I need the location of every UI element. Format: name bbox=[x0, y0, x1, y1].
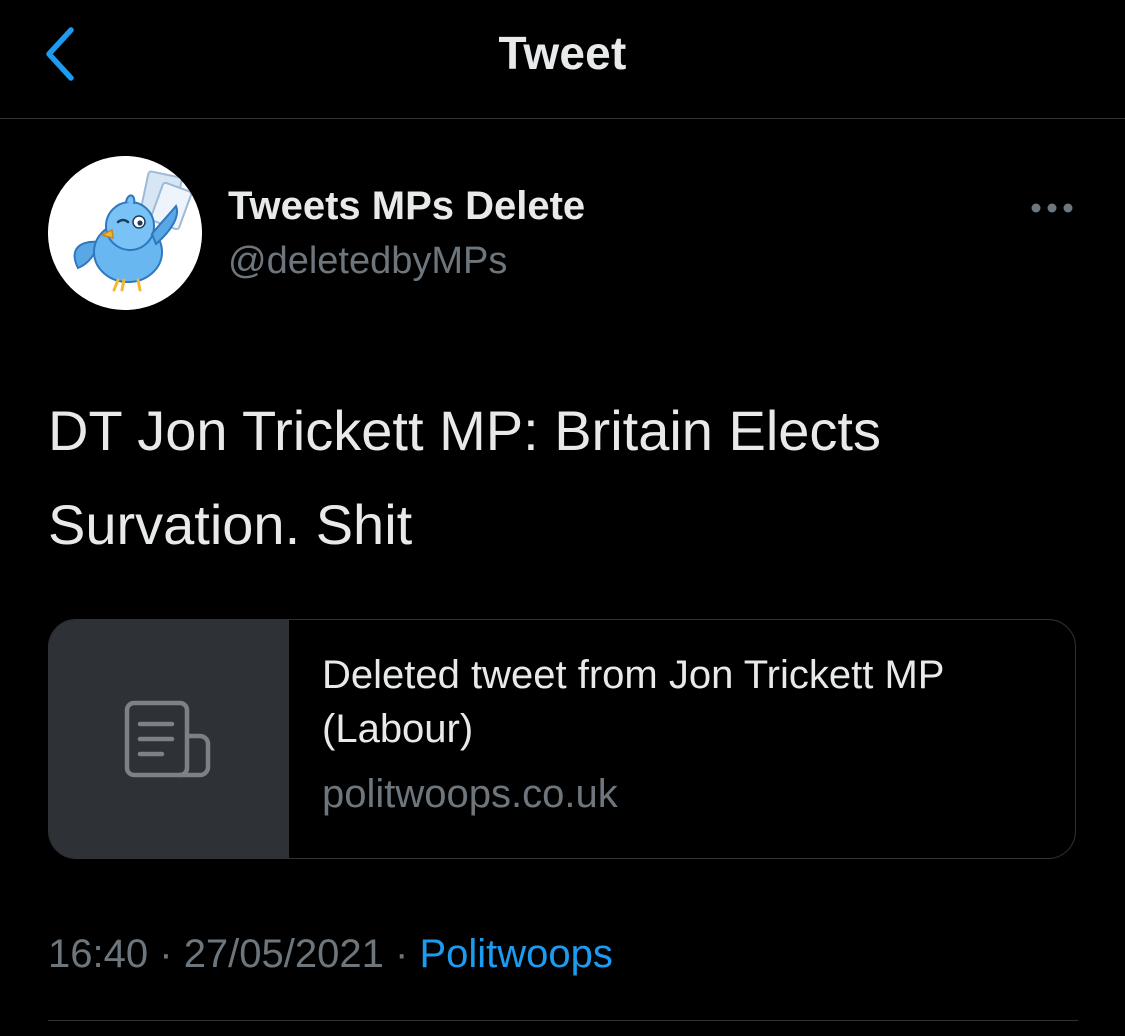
author-handle[interactable]: @deletedbyMPs bbox=[228, 240, 507, 283]
page-title: Tweet bbox=[498, 27, 627, 79]
more-options-button[interactable] bbox=[1024, 188, 1080, 228]
tweet-text: DT Jon Trickett MP: Britain Elects Surva… bbox=[48, 399, 881, 556]
source-link[interactable]: Politwoops bbox=[419, 932, 612, 976]
meta-separator: · bbox=[395, 932, 409, 976]
tweet-date: 27/05/2021 bbox=[183, 932, 384, 976]
navigation-bar: Tweet bbox=[0, 0, 1125, 119]
tweet-time: 16:40 bbox=[48, 932, 149, 976]
link-card-title: Deleted tweet from Jon Trickett MP (Labo… bbox=[322, 653, 944, 751]
author-display-name[interactable]: Tweets MPs Delete bbox=[228, 184, 585, 229]
link-card[interactable]: Deleted tweet from Jon Trickett MP (Labo… bbox=[48, 619, 1076, 859]
divider bbox=[48, 1020, 1078, 1021]
link-card-thumbnail bbox=[49, 620, 289, 858]
link-card-domain: politwoops.co.uk bbox=[322, 772, 618, 816]
more-dots-icon bbox=[1031, 203, 1073, 213]
article-icon bbox=[124, 700, 210, 778]
bird-avatar-icon bbox=[48, 156, 202, 310]
tweet-meta: 16:40 · 27/05/2021 · Politwoops bbox=[48, 932, 613, 977]
meta-separator: · bbox=[159, 932, 173, 976]
avatar[interactable] bbox=[48, 156, 202, 310]
